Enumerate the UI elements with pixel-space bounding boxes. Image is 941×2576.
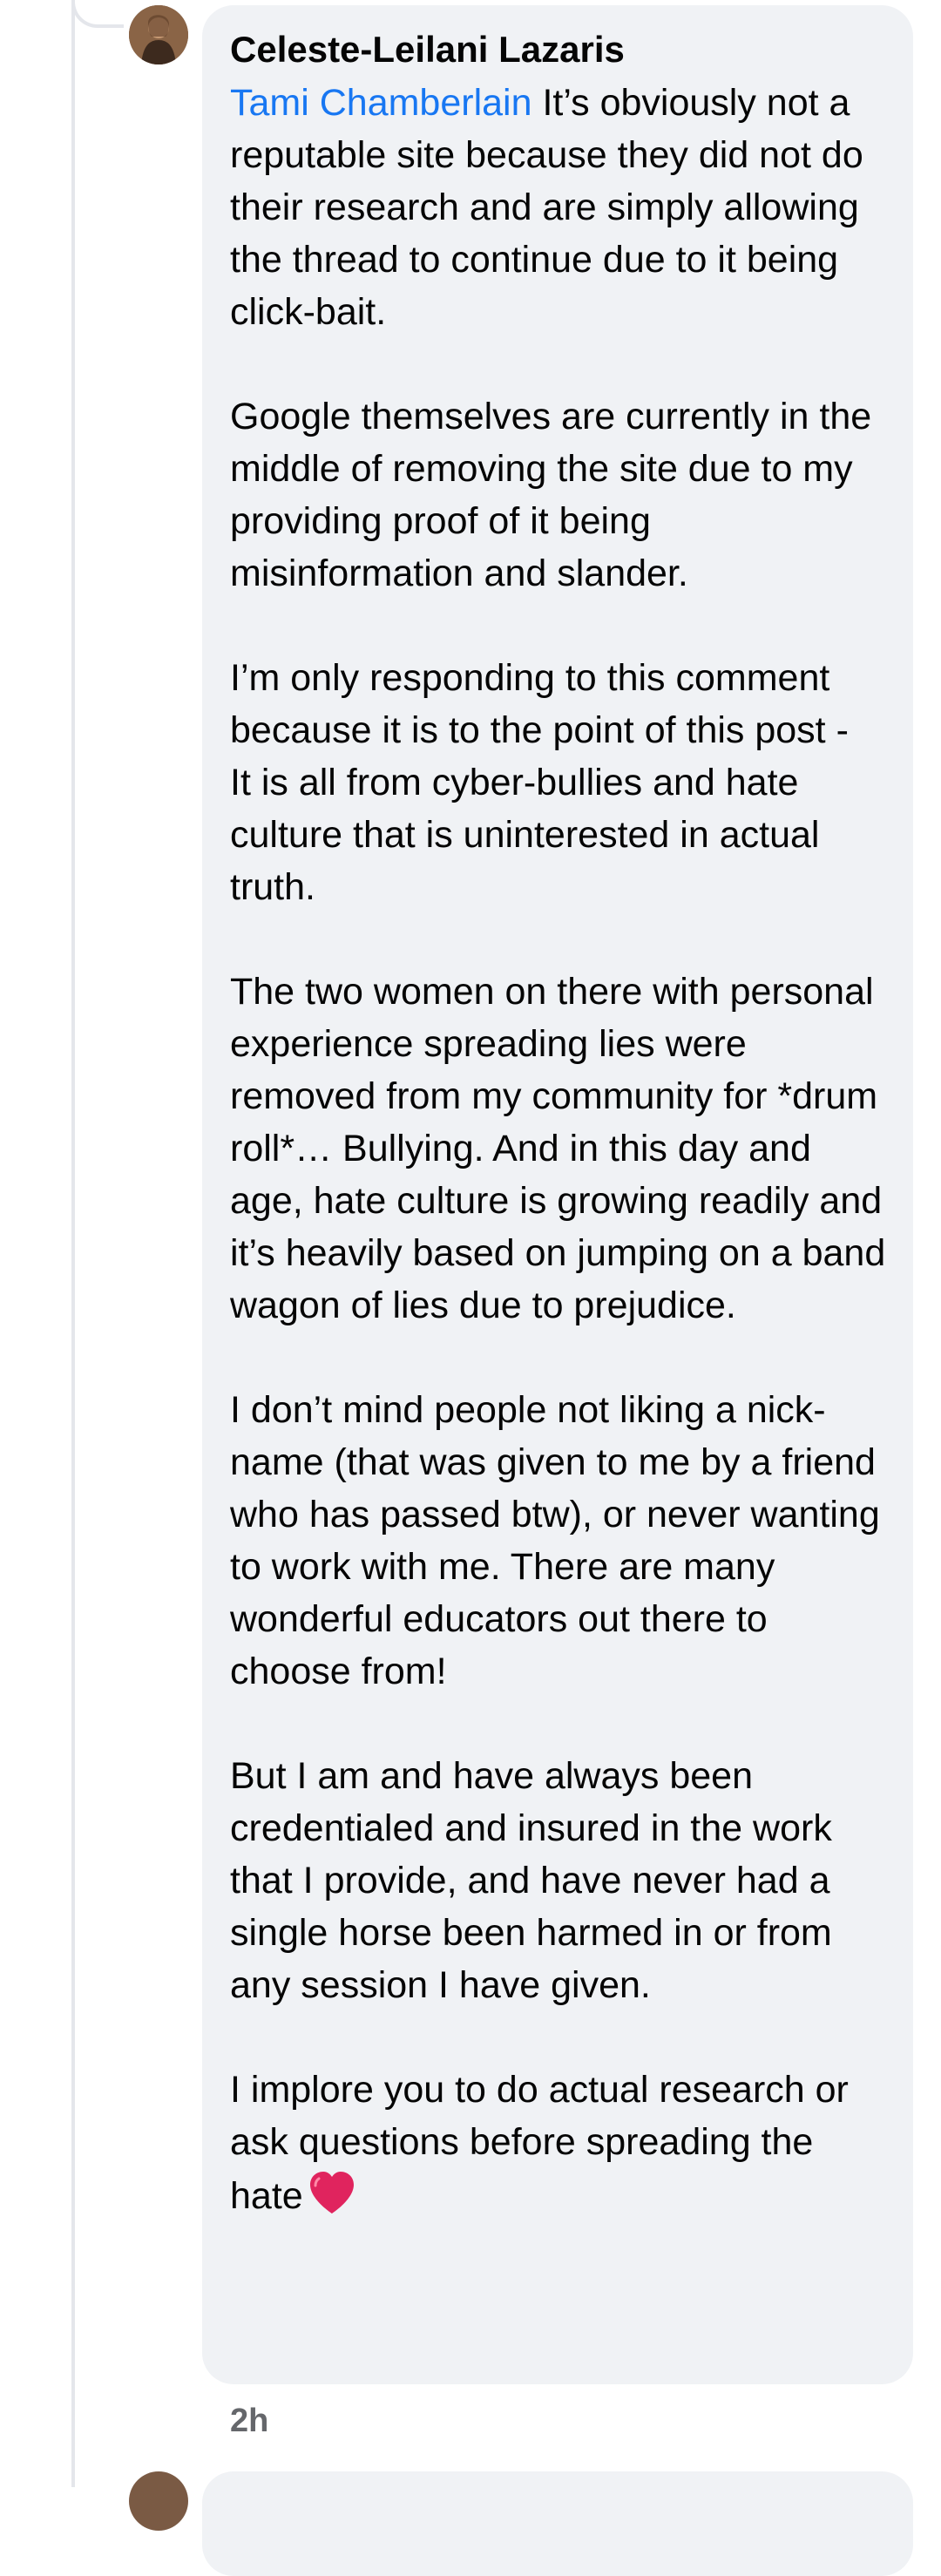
comment-paragraph: Tami Chamberlain It’s obviously not a re… — [230, 77, 892, 338]
thread-line — [71, 0, 75, 2487]
comment-paragraph: But I am and have always been credential… — [230, 1755, 832, 2006]
next-comment-avatar[interactable] — [129, 2471, 188, 2531]
comment-body: Tami Chamberlain It’s obviously not a re… — [230, 77, 892, 2222]
avatar[interactable] — [129, 5, 188, 64]
comment-paragraph: I implore you to do actual research or a… — [230, 2064, 892, 2222]
comment-paragraph: Google themselves are currently in the m… — [230, 396, 872, 594]
mention-link[interactable]: Tami Chamberlain — [230, 82, 532, 124]
comment-paragraph: The two women on there with personal exp… — [230, 971, 886, 1326]
comment-paragraph: I’m only responding to this comment beca… — [230, 652, 892, 913]
next-comment-bubble — [202, 2471, 913, 2576]
comment-author[interactable]: Celeste-Leilani Lazaris — [230, 23, 889, 77]
comment-paragraph-text: I’m only responding to this comment beca… — [230, 657, 849, 908]
comment-paragraph: I don’t mind people not liking a nick-na… — [230, 1389, 880, 1692]
avatar-photo-icon — [129, 5, 188, 64]
thread-connector — [71, 0, 124, 28]
comment-bubble: Celeste-Leilani Lazaris Tami Chamberlain… — [202, 5, 913, 2384]
comment-timestamp[interactable]: 2h — [230, 2395, 268, 2447]
red-heart-icon — [307, 2168, 357, 2219]
